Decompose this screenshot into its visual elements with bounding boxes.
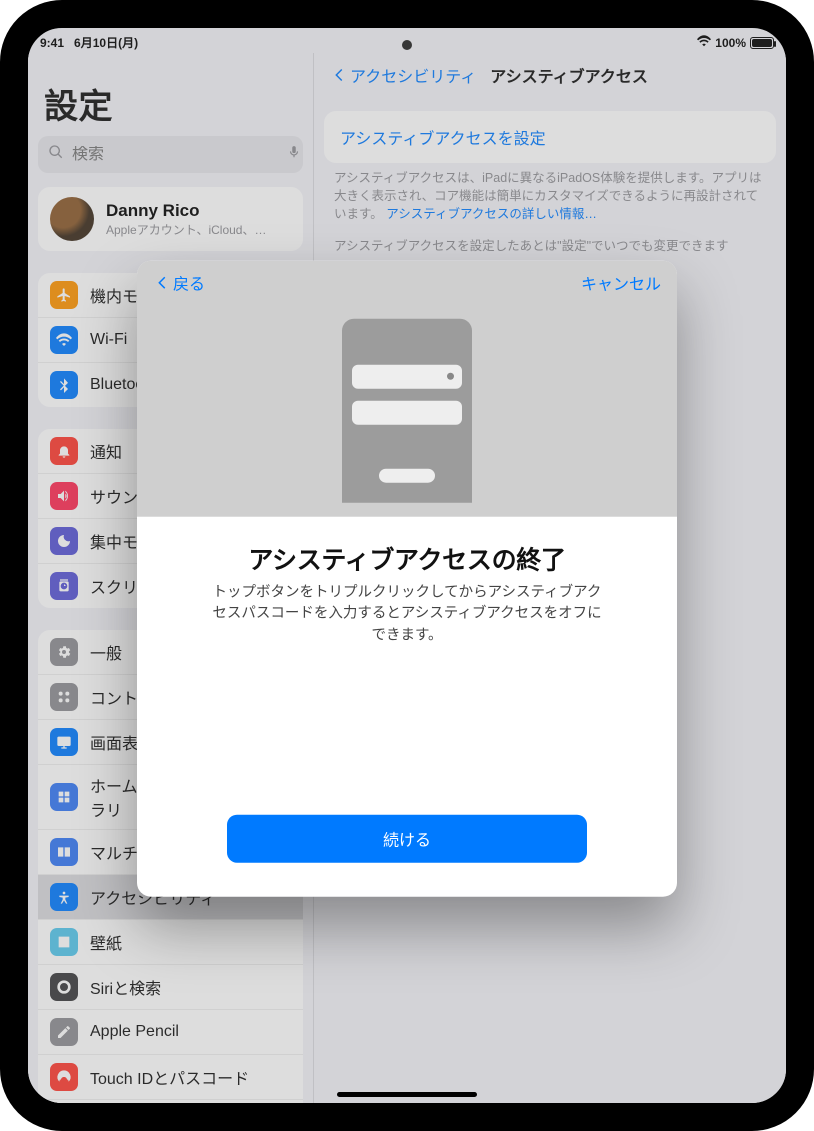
sheet-back-button[interactable]: 戻る	[153, 270, 205, 294]
continue-button[interactable]: 続ける	[227, 814, 587, 862]
assistive-access-exit-sheet: 戻る キャンセル アシスティブアクセスの終了 トップボタンをトリプルクリックして…	[137, 260, 677, 896]
home-indicator[interactable]	[337, 1092, 477, 1097]
sheet-cancel-button[interactable]: キャンセル	[581, 270, 661, 294]
illustration-device	[342, 318, 472, 502]
sheet-title: アシスティブアクセスの終了	[171, 540, 643, 576]
chevron-left-icon	[153, 273, 171, 291]
sheet-body-text: トップボタンをトリプルクリックしてからアシスティブアクセスパスコードを入力すると…	[207, 582, 607, 647]
